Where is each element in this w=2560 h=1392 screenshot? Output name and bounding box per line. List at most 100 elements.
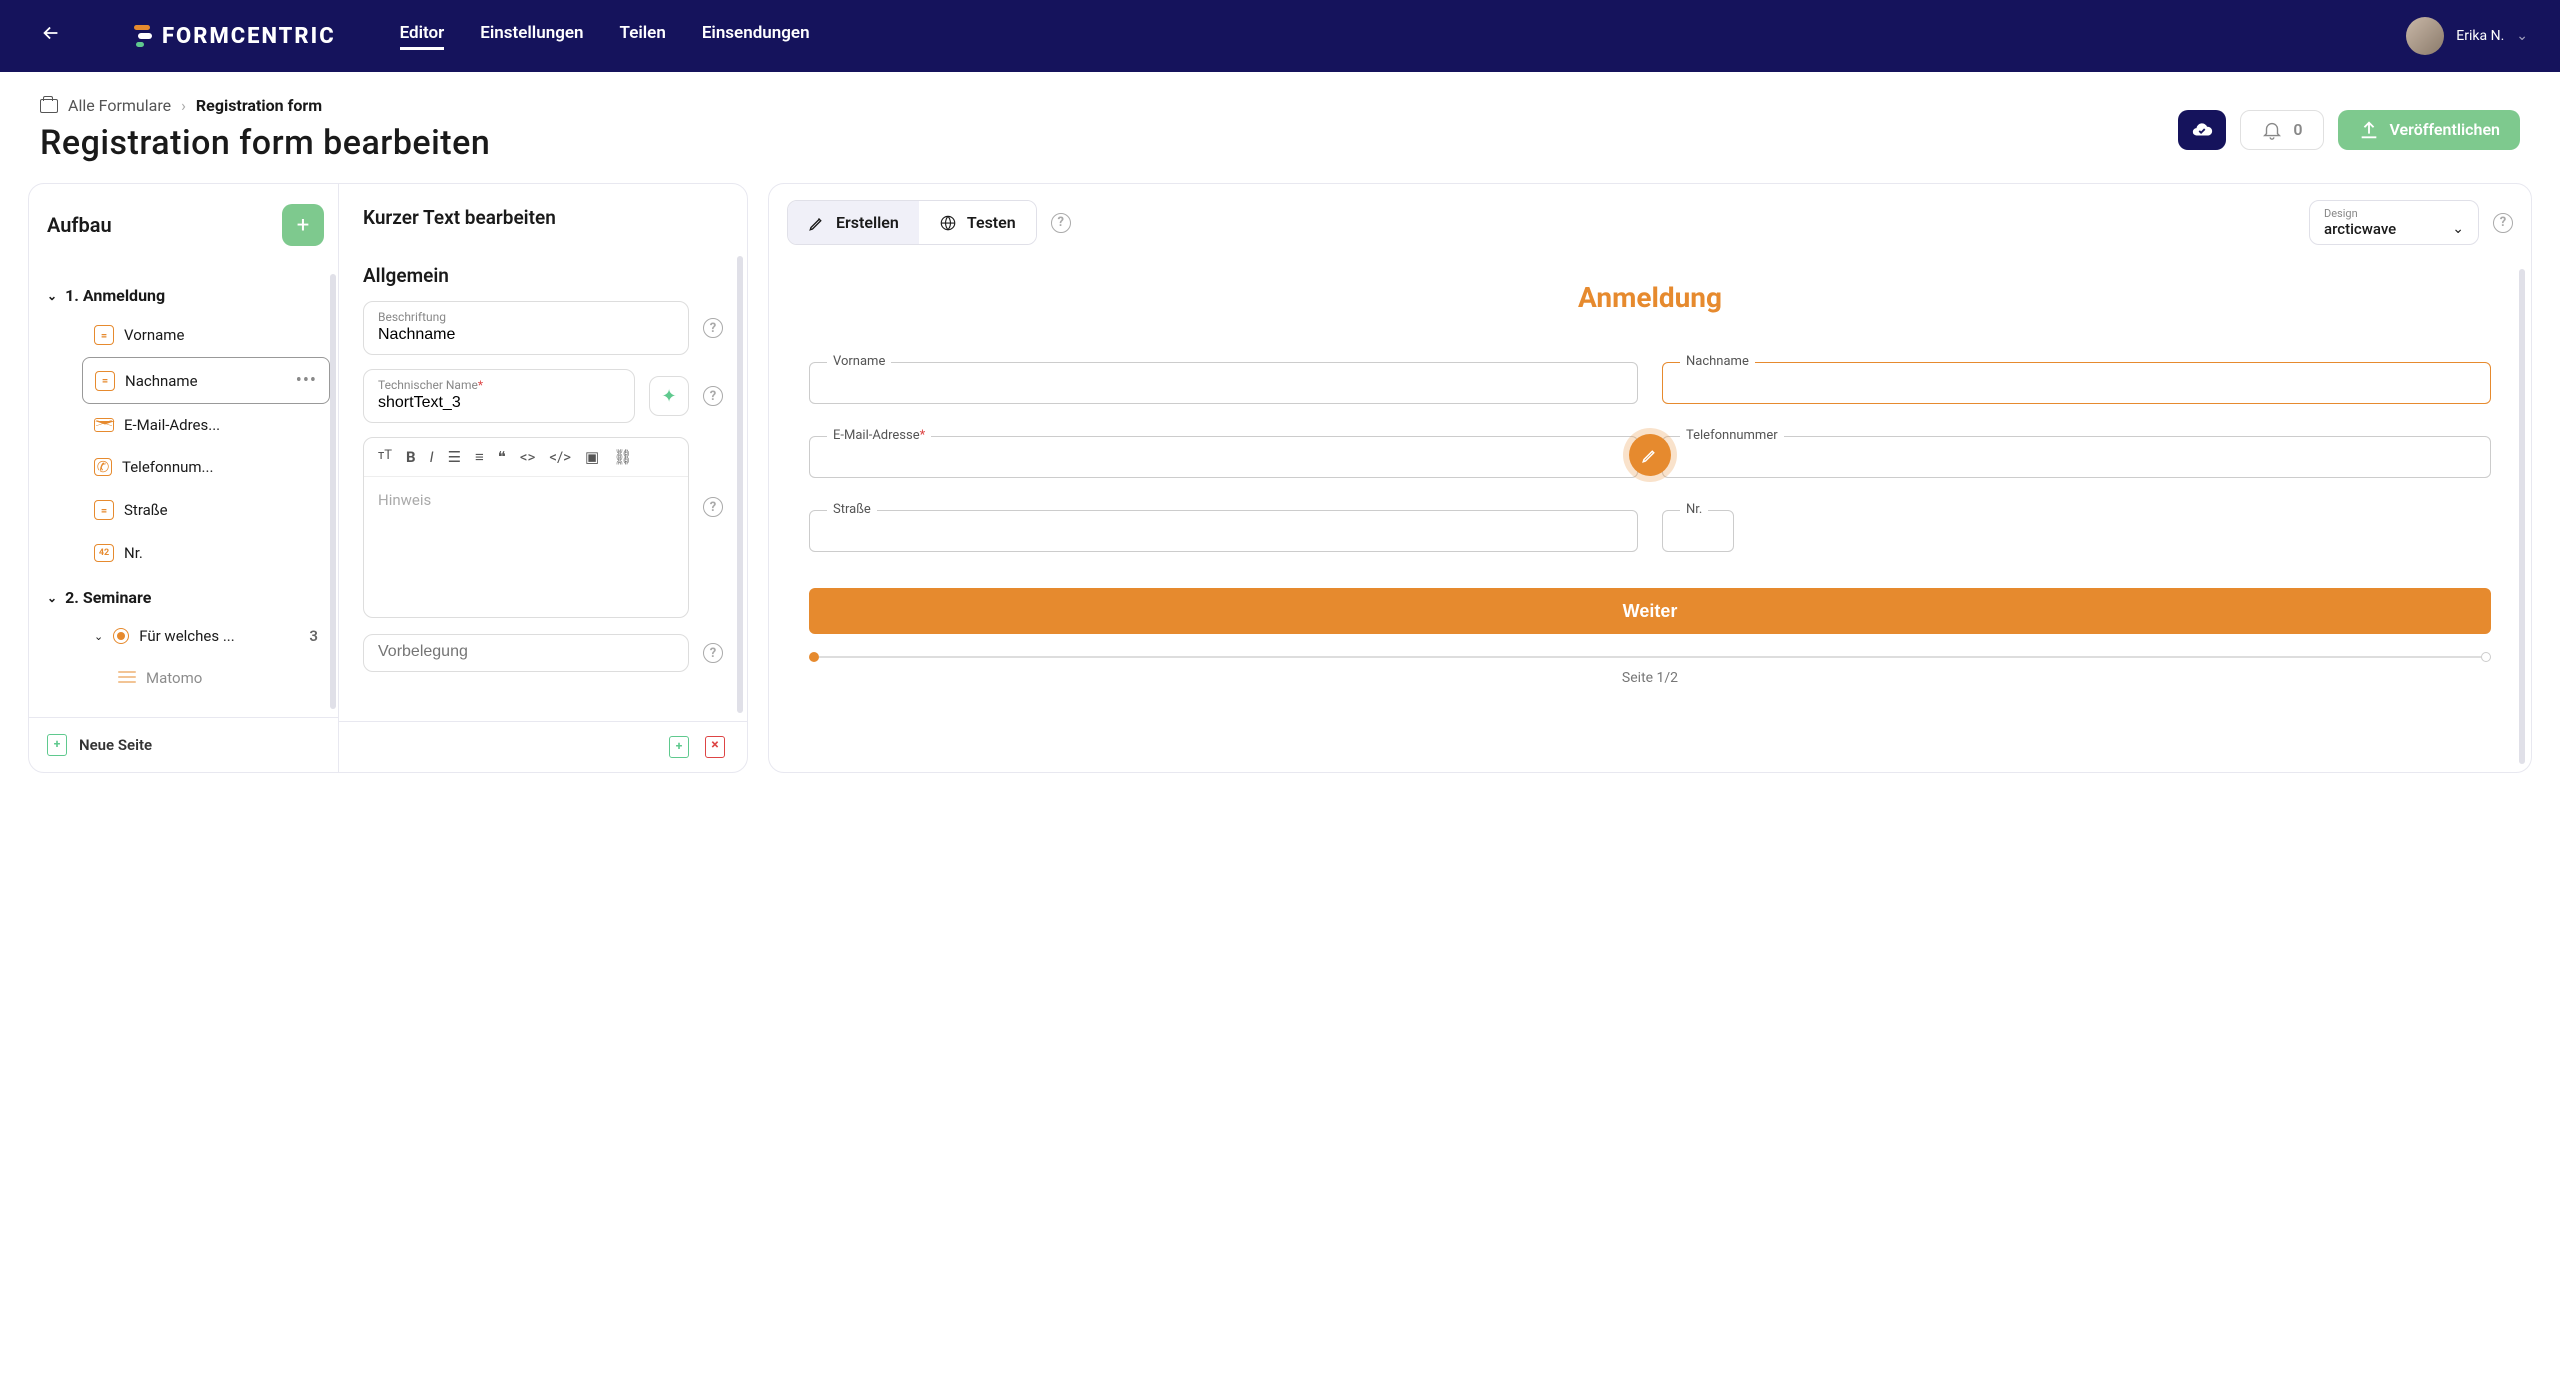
logo-text: FORMCENTRIC xyxy=(162,24,336,49)
tree-item-matomo[interactable]: Matomo xyxy=(106,657,330,699)
number-field-icon: 42 xyxy=(94,544,114,562)
code-tool[interactable]: <> xyxy=(520,448,535,466)
help-icon[interactable]: ? xyxy=(2493,213,2513,233)
page-header: Alle Formulare › Registration form Regis… xyxy=(0,72,2560,183)
chevron-down-icon: ⌄ xyxy=(47,289,57,303)
breadcrumb: Alle Formulare › Registration form xyxy=(40,96,490,115)
tree-group-seminare[interactable]: ⌄2. Seminare xyxy=(37,580,330,615)
notifications-button[interactable]: 0 xyxy=(2240,110,2323,150)
techname-input[interactable] xyxy=(378,394,620,412)
bold-tool[interactable]: B xyxy=(406,448,416,466)
quote-tool[interactable]: ❝ xyxy=(498,448,506,466)
logo: FORMCENTRIC xyxy=(134,24,336,49)
tree-group-anmeldung[interactable]: ⌄1. Anmeldung xyxy=(37,278,330,313)
design-select[interactable]: Design arcticwave ⌄ xyxy=(2309,200,2479,245)
codeblock-tool[interactable]: </> xyxy=(549,448,571,466)
structure-tree[interactable]: ⌄1. Anmeldung =Vorname =Nachname••• E-Ma… xyxy=(29,266,338,717)
link-tool[interactable]: ⛓ xyxy=(613,448,632,466)
hint-textarea[interactable]: Hinweis xyxy=(364,477,688,617)
tree-item-nachname[interactable]: =Nachname••• xyxy=(82,357,330,404)
richtext-toolbar: тT B I ☰ ≡ ❝ <> </> ▣ ⛓ xyxy=(364,438,688,477)
nav-editor[interactable]: Editor xyxy=(400,23,445,50)
avatar xyxy=(2406,17,2444,55)
nav-settings[interactable]: Einstellungen xyxy=(480,23,583,50)
label-input-label: Beschriftung xyxy=(378,310,674,324)
help-icon[interactable]: ? xyxy=(703,386,723,406)
tree-item-telefon[interactable]: ✆Telefonnum... xyxy=(82,446,330,488)
edit-indicator-icon xyxy=(1629,434,1671,476)
help-icon[interactable]: ? xyxy=(703,643,723,663)
new-page-icon xyxy=(47,734,67,756)
tree-item-email[interactable]: E-Mail-Adres... xyxy=(82,404,330,446)
preview-field-str[interactable]: Straße xyxy=(809,510,1638,552)
tree-item-vorname[interactable]: =Vorname xyxy=(82,313,330,357)
label-input-wrap[interactable]: Beschriftung xyxy=(363,301,689,355)
plus-icon: + xyxy=(297,213,309,238)
breadcrumb-root[interactable]: Alle Formulare xyxy=(68,96,171,115)
user-name: Erika N. xyxy=(2456,28,2504,44)
preview-submit-button[interactable]: Weiter xyxy=(809,588,2491,634)
autofill-button[interactable]: ✦ xyxy=(649,376,689,416)
progress-dot-active xyxy=(809,652,819,662)
default-input-wrap[interactable] xyxy=(363,634,689,672)
editor-heading: Kurzer Text bearbeiten xyxy=(339,184,747,248)
mode-create[interactable]: Erstellen xyxy=(788,201,919,244)
preview-panel: Erstellen Testen ? Design arcticwave ⌄ ?… xyxy=(768,183,2532,773)
editor-panel: Aufbau + ⌄1. Anmeldung =Vorname =Nachnam… xyxy=(28,183,748,773)
preview-form-grid: Vorname Nachname E-Mail-Adresse* Telefon… xyxy=(809,362,2491,552)
preview-pager: Seite 1/2 xyxy=(809,670,2491,686)
logo-icon xyxy=(134,25,154,47)
nav-share[interactable]: Teilen xyxy=(620,23,666,50)
pencil-icon xyxy=(1641,446,1659,464)
ol-tool[interactable]: ≡ xyxy=(475,448,484,466)
upload-icon xyxy=(2358,119,2380,141)
preview-field-nr[interactable]: Nr. xyxy=(1662,510,2491,552)
tree-item-seminar-choice[interactable]: ⌄Für welches ...3 xyxy=(82,615,330,657)
cloud-save-button[interactable] xyxy=(2178,110,2226,150)
italic-tool[interactable]: I xyxy=(430,448,434,466)
help-icon[interactable]: ? xyxy=(703,318,723,338)
heading-tool[interactable]: тT xyxy=(378,448,392,466)
help-icon[interactable]: ? xyxy=(703,497,723,517)
default-input[interactable] xyxy=(378,643,674,661)
text-field-icon: = xyxy=(94,500,114,520)
page-title: Registration form bearbeiten xyxy=(40,123,490,163)
duplicate-button[interactable] xyxy=(669,736,689,758)
new-page-button[interactable]: Neue Seite xyxy=(29,717,338,772)
back-button[interactable] xyxy=(32,22,70,50)
globe-icon xyxy=(939,214,957,232)
add-element-button[interactable]: + xyxy=(282,204,324,246)
nav-submissions[interactable]: Einsendungen xyxy=(702,23,810,50)
preview-field-vorname[interactable]: Vorname xyxy=(809,362,1638,404)
chevron-down-icon: ⌄ xyxy=(2516,28,2528,44)
preview-field-tel[interactable]: Telefonnummer xyxy=(1662,436,2491,478)
chevron-down-icon: ⌄ xyxy=(2452,221,2464,237)
bell-icon xyxy=(2261,119,2283,141)
delete-button[interactable] xyxy=(705,736,725,758)
mode-test[interactable]: Testen xyxy=(919,201,1036,244)
preview-field-email[interactable]: E-Mail-Adresse* xyxy=(809,436,1638,478)
breadcrumb-current: Registration form xyxy=(196,96,322,115)
preview-progress xyxy=(809,652,2491,662)
radio-icon xyxy=(113,628,129,644)
preview-form-title: Anmeldung xyxy=(809,281,2491,314)
techname-input-wrap[interactable]: Technischer Name* xyxy=(363,369,635,423)
cloud-check-icon xyxy=(2191,119,2213,141)
chevron-right-icon: › xyxy=(181,96,186,115)
structure-sidebar: Aufbau + ⌄1. Anmeldung =Vorname =Nachnam… xyxy=(29,184,339,772)
image-tool[interactable]: ▣ xyxy=(585,448,599,466)
preview-field-nachname[interactable]: Nachname xyxy=(1662,362,2491,404)
tree-item-nr[interactable]: 42Nr. xyxy=(82,532,330,574)
ul-tool[interactable]: ☰ xyxy=(448,448,461,466)
sidebar-title: Aufbau xyxy=(47,213,112,237)
tree-item-strasse[interactable]: =Straße xyxy=(82,488,330,532)
progress-dot-inactive xyxy=(2481,652,2491,662)
label-input[interactable] xyxy=(378,326,674,344)
user-menu[interactable]: Erika N. ⌄ xyxy=(2406,17,2528,55)
techname-label: Technischer Name* xyxy=(378,378,620,392)
more-icon[interactable]: ••• xyxy=(296,370,317,391)
help-icon[interactable]: ? xyxy=(1051,213,1071,233)
publish-button[interactable]: Veröffentlichen xyxy=(2338,110,2521,150)
mail-icon xyxy=(94,418,114,432)
list-icon xyxy=(118,671,136,685)
